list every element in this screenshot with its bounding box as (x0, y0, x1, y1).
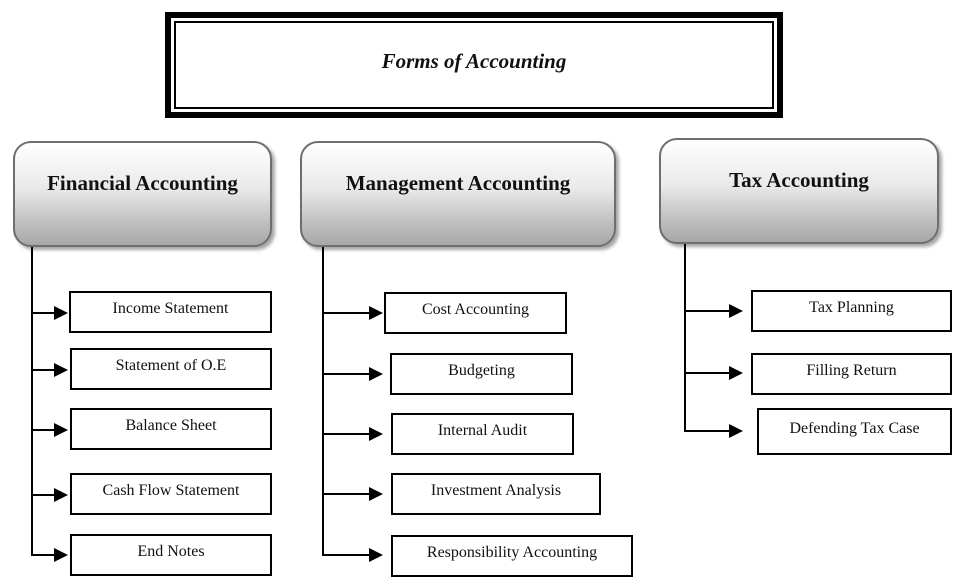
item-income-statement: Income Statement (69, 291, 272, 333)
connector-line (322, 433, 370, 435)
connector-line (322, 554, 370, 556)
category-management-accounting: Management Accounting (300, 141, 616, 247)
item-investment-analysis: Investment Analysis (391, 473, 601, 515)
item-cash-flow-statement: Cash Flow Statement (70, 473, 272, 515)
item-label: Responsibility Accounting (426, 544, 598, 561)
connector-tax-trunk (684, 244, 686, 432)
arrow-icon (54, 363, 68, 377)
item-budgeting: Budgeting (390, 353, 573, 395)
connector-line (322, 312, 370, 314)
arrow-icon (729, 366, 743, 380)
arrow-icon (54, 423, 68, 437)
item-balance-sheet: Balance Sheet (70, 408, 272, 450)
connector-line (684, 372, 730, 374)
item-label: Income Statement (112, 300, 229, 317)
item-cost-accounting: Cost Accounting (384, 292, 567, 334)
arrow-icon (369, 548, 383, 562)
item-defending-tax-case: Defending Tax Case (757, 408, 952, 455)
connector-line (31, 369, 55, 371)
category-label: Financial Accounting (47, 171, 238, 195)
arrow-icon (54, 306, 68, 320)
connector-line (322, 493, 370, 495)
item-tax-planning: Tax Planning (751, 290, 952, 332)
connector-management-trunk (322, 247, 324, 555)
item-internal-audit: Internal Audit (391, 413, 574, 455)
connector-line (684, 310, 730, 312)
connector-financial-trunk (31, 247, 33, 555)
item-label: Cash Flow Statement (102, 482, 240, 499)
item-label: Budgeting (448, 362, 515, 379)
item-label: Investment Analysis (430, 482, 562, 499)
arrow-icon (54, 548, 68, 562)
item-label: End Notes (137, 543, 205, 560)
arrow-icon (729, 304, 743, 318)
connector-line (322, 373, 370, 375)
diagram-title: Forms of Accounting (381, 48, 567, 73)
category-label: Tax Accounting (729, 168, 869, 192)
item-label: Tax Planning (809, 299, 894, 316)
item-label: Cost Accounting (421, 301, 530, 318)
connector-line (31, 429, 55, 431)
item-label: Defending Tax Case (789, 419, 920, 437)
connector-line (684, 430, 730, 432)
arrow-icon (729, 424, 743, 438)
item-label: Balance Sheet (125, 417, 217, 434)
diagram-title-inner-border: Forms of Accounting (174, 21, 774, 109)
item-end-notes: End Notes (70, 534, 272, 576)
item-filling-return: Filling Return (751, 353, 952, 395)
item-label: Internal Audit (437, 422, 528, 439)
arrow-icon (369, 367, 383, 381)
item-statement-of-oe: Statement of O.E (70, 348, 272, 390)
item-label: Statement of O.E (115, 357, 227, 374)
item-responsibility-accounting: Responsibility Accounting (391, 535, 633, 577)
arrow-icon (54, 488, 68, 502)
arrow-icon (369, 487, 383, 501)
category-financial-accounting: Financial Accounting (13, 141, 272, 247)
category-label: Management Accounting (345, 171, 571, 195)
connector-line (31, 312, 55, 314)
diagram-title-box: Forms of Accounting (165, 12, 783, 118)
category-tax-accounting: Tax Accounting (659, 138, 939, 244)
connector-line (31, 554, 55, 556)
connector-line (31, 494, 55, 496)
item-label: Filling Return (806, 362, 897, 379)
arrow-icon (369, 306, 383, 320)
arrow-icon (369, 427, 383, 441)
